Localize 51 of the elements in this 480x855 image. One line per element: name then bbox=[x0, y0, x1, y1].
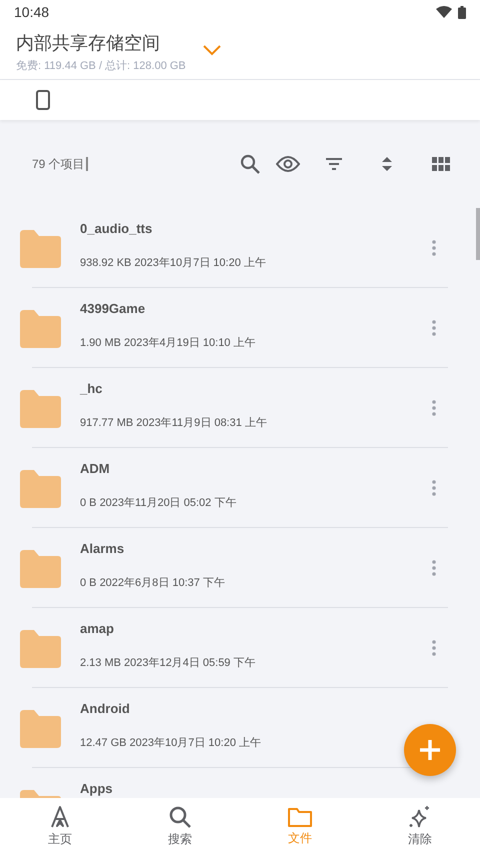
plus-icon bbox=[419, 739, 441, 761]
filter-button[interactable] bbox=[326, 158, 342, 170]
tower-icon bbox=[48, 805, 72, 829]
folder-icon bbox=[18, 390, 62, 428]
nav-tab[interactable]: 清除 bbox=[360, 798, 480, 855]
more-icon[interactable] bbox=[432, 480, 436, 499]
more-icon[interactable] bbox=[432, 560, 436, 579]
file-details: 0 B 2023年11月20日 05:02 下午 bbox=[80, 496, 238, 510]
search-button[interactable] bbox=[240, 154, 260, 174]
file-name: ADM bbox=[80, 461, 111, 476]
folder-icon bbox=[18, 470, 62, 508]
file-name: 4399Game bbox=[80, 301, 146, 316]
file-details: 2.13 MB 2023年12月4日 05:59 下午 bbox=[80, 656, 256, 670]
nav-tab[interactable]: 主页 bbox=[0, 798, 120, 855]
chevron-down-icon[interactable] bbox=[202, 44, 222, 56]
storage-usage: 免费: 119.44 GB / 总计: 128.00 GB bbox=[16, 58, 186, 72]
sparkle-icon bbox=[408, 805, 432, 829]
folder-icon bbox=[18, 310, 62, 348]
more-icon[interactable] bbox=[432, 400, 436, 419]
grid-view-button[interactable] bbox=[432, 157, 450, 171]
file-name: _hc bbox=[80, 381, 104, 396]
search-icon bbox=[168, 805, 192, 829]
scrollbar[interactable] bbox=[476, 208, 480, 260]
folder-icon bbox=[18, 230, 62, 268]
folder-icon bbox=[18, 630, 62, 668]
add-button[interactable] bbox=[404, 724, 456, 776]
file-name: Apps bbox=[80, 781, 114, 796]
more-icon[interactable] bbox=[432, 240, 436, 259]
file-details: 1.90 MB 2023年4月19日 10:10 上午 bbox=[80, 336, 256, 350]
folder-icon bbox=[287, 806, 313, 828]
file-name: 0_audio_tts bbox=[80, 221, 154, 236]
file-details: 12.47 GB 2023年10月7日 10:20 上午 bbox=[80, 736, 262, 750]
more-icon[interactable] bbox=[432, 640, 436, 659]
sort-button[interactable] bbox=[382, 157, 392, 171]
folder-icon bbox=[18, 710, 62, 748]
more-icon[interactable] bbox=[432, 320, 436, 339]
status-time: 10:48 bbox=[14, 4, 50, 20]
file-name: Alarms bbox=[80, 541, 126, 556]
file-details: 0 B 2022年6月8日 10:37 下午 bbox=[80, 576, 226, 590]
eye-button[interactable] bbox=[276, 156, 300, 172]
nav-tab[interactable]: 搜索 bbox=[120, 798, 240, 855]
file-details: 917.77 MB 2023年11月9日 08:31 上午 bbox=[80, 416, 268, 430]
file-details: 938.92 KB 2023年10月7日 10:20 上午 bbox=[80, 256, 267, 270]
item-count: 79 个项目 bbox=[32, 156, 85, 172]
wifi-icon bbox=[436, 6, 452, 18]
folder-icon bbox=[18, 550, 62, 588]
storage-title: 内部共享存储空间 bbox=[16, 32, 161, 54]
phone-icon[interactable] bbox=[36, 90, 50, 110]
battery-icon bbox=[458, 6, 466, 18]
file-name: Android bbox=[80, 701, 131, 716]
file-name: amap bbox=[80, 621, 115, 636]
